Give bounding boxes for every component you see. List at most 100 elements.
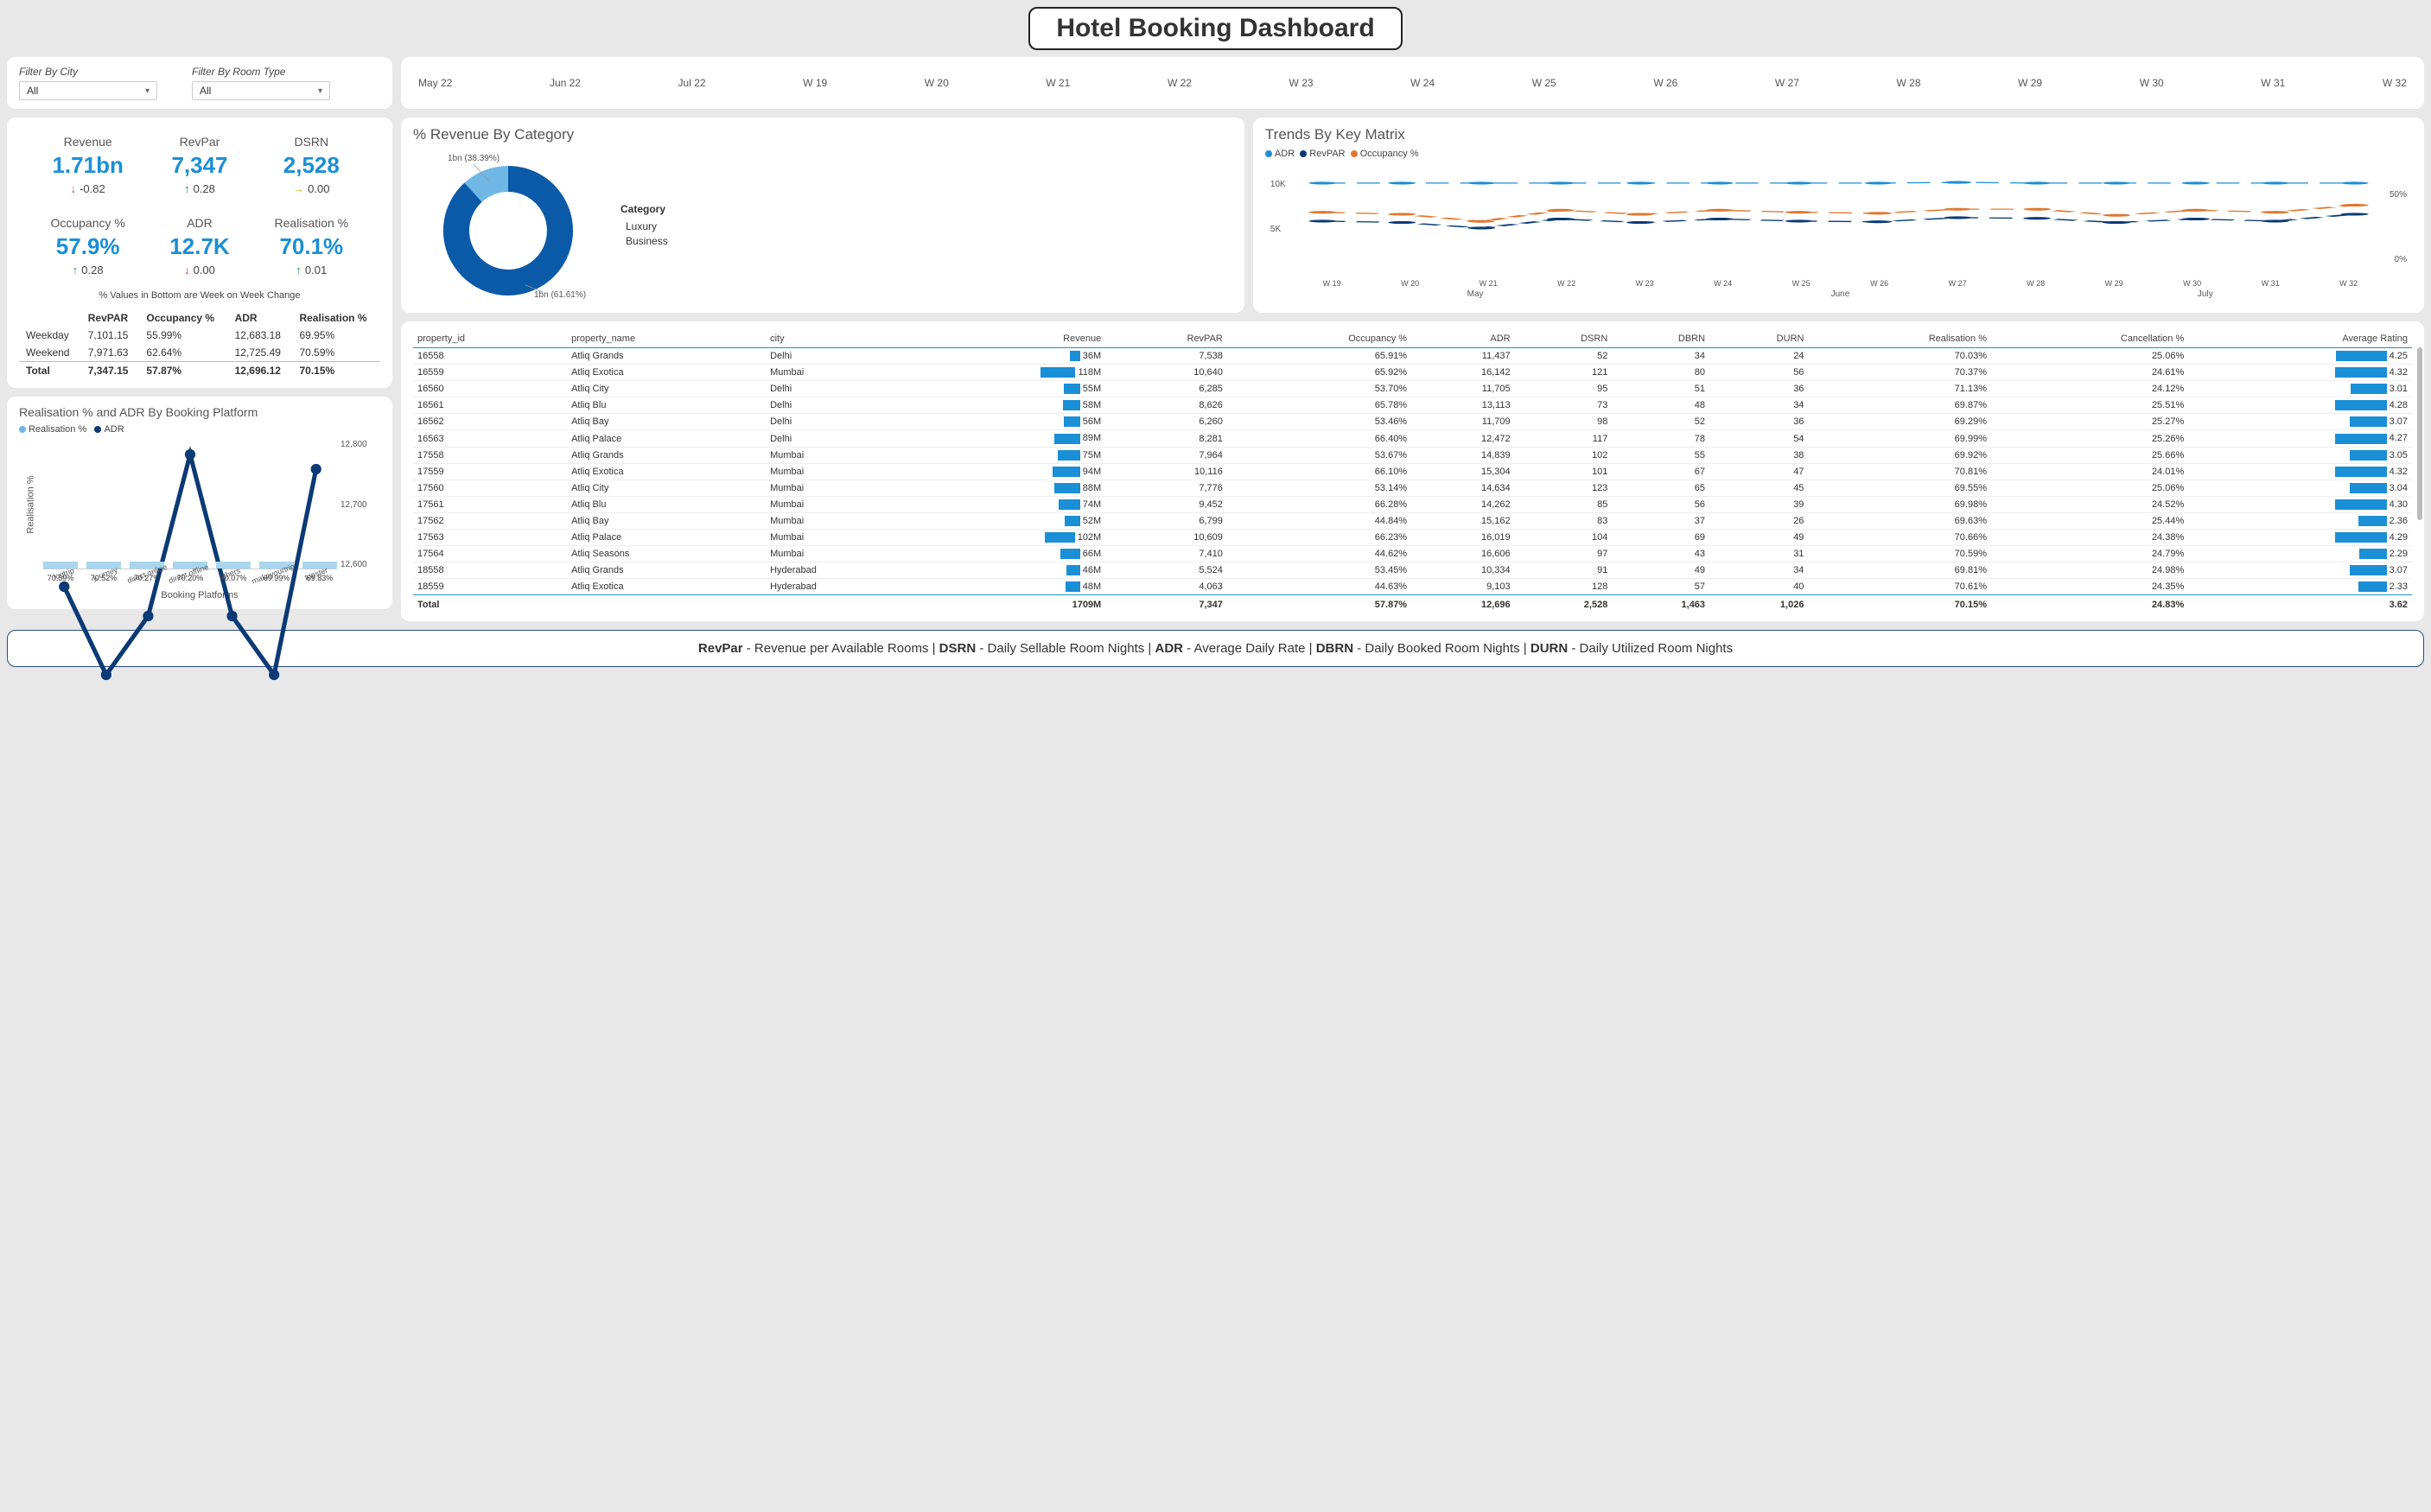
timeline-item[interactable]: W 21 — [1046, 77, 1070, 89]
column-header[interactable]: RevPAR — [1105, 330, 1227, 348]
trends-chart — [1265, 164, 2412, 276]
kpi-delta: ↑ 0.01 — [260, 264, 363, 276]
kpi-label: RevPar — [148, 135, 251, 149]
table-row[interactable]: 17559Atliq ExoticaMumbai 94M10,11666.10%… — [413, 463, 2412, 480]
timeline-item[interactable]: Jul 22 — [678, 77, 706, 89]
table-row[interactable]: 18559Atliq ExoticaHyderabad 48M4,06344.6… — [413, 579, 2412, 595]
property-table-card: property_idproperty_namecityRevenueRevPA… — [401, 321, 2424, 621]
column-header[interactable]: Occupancy % — [1227, 330, 1411, 348]
table-row: Weekday7,101.1555.99%12,683.1869.95% — [19, 327, 380, 344]
table-row[interactable]: 17558Atliq GrandsMumbai 75M7,96453.67%14… — [413, 447, 2412, 463]
page-title: Hotel Booking Dashboard — [1028, 7, 1402, 50]
table-row: Weekend7,971.6362.64%12,725.4970.59% — [19, 344, 380, 362]
table-row[interactable]: 16560Atliq CityDelhi 55M6,28553.70%11,70… — [413, 381, 2412, 397]
trend-right-tick: 50% — [2390, 190, 2407, 200]
table-row[interactable]: 17563Atliq PalaceMumbai 102M10,60966.23%… — [413, 530, 2412, 546]
filter-city-value: All — [27, 85, 38, 97]
column-header[interactable]: property_name — [567, 330, 766, 348]
timeline-item[interactable]: May 22 — [418, 77, 452, 89]
timeline-item[interactable]: W 25 — [1532, 77, 1556, 89]
column-header[interactable]: Cancellation % — [1991, 330, 2188, 348]
platform-yaxis-label: Realisation % — [26, 475, 36, 533]
scrollbar-thumb[interactable] — [2417, 347, 2422, 520]
column-header[interactable]: Revenue — [917, 330, 1105, 348]
glossary-bar: RevPar - Revenue per Available Rooms | D… — [7, 630, 2424, 667]
property-table[interactable]: property_idproperty_namecityRevenueRevPA… — [413, 330, 2412, 613]
timeline-item[interactable]: Jun 22 — [550, 77, 581, 89]
table-row[interactable]: 17561Atliq BluMumbai 74M9,45266.28%14,26… — [413, 496, 2412, 512]
table-row[interactable]: 16558Atliq GrandsDelhi 36M7,53865.91%11,… — [413, 348, 2412, 365]
kpi-value: 7,347 — [148, 152, 251, 179]
table-total-row: Total7,347.1557.87%12,696.1270.15% — [19, 362, 380, 380]
kpi-label: ADR — [148, 216, 251, 230]
column-header[interactable]: city — [766, 330, 917, 348]
trends-legend: ADR RevPAR Occupancy % — [1265, 149, 2412, 159]
kpi-value: 1.71bn — [36, 152, 139, 179]
donut-title: % Revenue By Category — [413, 126, 1232, 143]
trends-card: Trends By Key Matrix ADR RevPAR Occupanc… — [1253, 118, 2424, 313]
timeline-item[interactable]: W 32 — [2383, 77, 2407, 89]
chevron-down-icon: ▾ — [318, 86, 322, 96]
platform-right-tick: 12,800 — [340, 440, 380, 449]
filter-room-label: Filter By Room Type — [192, 66, 330, 78]
column-header[interactable]: property_id — [413, 330, 567, 348]
timeline-item[interactable]: W 29 — [2018, 77, 2042, 89]
table-row[interactable]: 18558Atliq GrandsHyderabad 46M5,52453.45… — [413, 562, 2412, 579]
kpi-card: Revenue 1.71bn ↓ -0.82 RevPar 7,347 ↑ 0.2… — [7, 118, 392, 388]
revenue-category-card: % Revenue By Category 1bn (38.39%) 1bn (… — [401, 118, 1244, 313]
trend-left-tick: 5K — [1270, 225, 1281, 234]
table-row[interactable]: 16562Atliq BayDelhi 56M6,26053.46%11,709… — [413, 414, 2412, 430]
column-header[interactable]: ADR — [1411, 330, 1515, 348]
column-header[interactable]: Average Rating — [2188, 330, 2412, 348]
timeline-item[interactable]: W 23 — [1289, 77, 1314, 89]
column-header[interactable]: DBRN — [1612, 330, 1709, 348]
filter-city-label: Filter By City — [19, 66, 157, 78]
kpi-label: Realisation % — [260, 216, 363, 230]
kpi-delta: ↓ 0.00 — [148, 264, 251, 276]
filter-city-select[interactable]: All ▾ — [19, 81, 157, 100]
filter-room-value: All — [200, 85, 211, 97]
trend-right-tick: 0% — [2395, 255, 2407, 264]
timeline-item[interactable]: W 22 — [1168, 77, 1192, 89]
kpi-value: 57.9% — [36, 233, 139, 260]
timeline-item[interactable]: W 30 — [2140, 77, 2164, 89]
kpi-footnote: % Values in Bottom are Week on Week Chan… — [19, 290, 380, 301]
table-row[interactable]: 17564Atliq SeasonsMumbai 66M7,41044.62%1… — [413, 546, 2412, 562]
column-header[interactable]: DSRN — [1515, 330, 1613, 348]
table-row[interactable]: 17562Atliq BayMumbai 52M6,79944.84%15,16… — [413, 512, 2412, 529]
timeline-item[interactable]: W 26 — [1653, 77, 1677, 89]
kpi-delta: ↓ -0.82 — [36, 182, 139, 195]
kpi-value: 70.1% — [260, 233, 363, 260]
platform-chart-title: Realisation % and ADR By Booking Platfor… — [19, 405, 380, 419]
donut-legend-title: Category — [620, 203, 668, 215]
timeline-item[interactable]: W 28 — [1897, 77, 1921, 89]
platform-xaxis-label: Booking Platforms — [19, 590, 380, 600]
weekday-weekend-table: RevPAROccupancy %ADRRealisation % Weekda… — [19, 309, 380, 379]
kpi-delta: ↑ 0.28 — [148, 182, 251, 195]
legend-item: Luxury — [620, 220, 668, 232]
svg-text:1bn (38.39%): 1bn (38.39%) — [448, 154, 500, 163]
column-header[interactable]: Realisation % — [1808, 330, 1991, 348]
timeline-item[interactable]: W 20 — [925, 77, 949, 89]
kpi-label: Occupancy % — [36, 216, 139, 230]
filter-room-select[interactable]: All ▾ — [192, 81, 330, 100]
kpi-value: 2,528 — [260, 152, 363, 179]
booking-platform-card: Realisation % and ADR By Booking Platfor… — [7, 397, 392, 609]
table-row[interactable]: 16563Atliq PalaceDelhi 89M8,28166.40%12,… — [413, 430, 2412, 447]
table-row[interactable]: 17560Atliq CityMumbai 88M7,77653.14%14,6… — [413, 480, 2412, 496]
timeline-item[interactable]: W 31 — [2261, 77, 2285, 89]
column-header[interactable]: DURN — [1709, 330, 1808, 348]
filters-card: Filter By City All ▾ Filter By Room Type… — [7, 57, 392, 109]
timeline-item[interactable]: W 19 — [803, 77, 827, 89]
kpi-delta: → 0.00 — [260, 182, 363, 195]
timeline-item[interactable]: W 24 — [1410, 77, 1435, 89]
table-row[interactable]: 16561Atliq BluDelhi 58M8,62665.78%13,113… — [413, 397, 2412, 414]
timeline-item[interactable]: W 27 — [1775, 77, 1799, 89]
chevron-down-icon: ▾ — [145, 86, 150, 96]
platform-legend: Realisation % ADR — [19, 424, 380, 435]
kpi-delta: ↑ 0.28 — [36, 264, 139, 276]
trends-title: Trends By Key Matrix — [1265, 126, 2412, 143]
timeline-slicer: May 22 Jun 22 Jul 22 W 19 W 20 W 21 W 22 W 23 W … — [401, 57, 2424, 109]
kpi-label: Revenue — [36, 135, 139, 149]
table-row[interactable]: 16559Atliq ExoticaMumbai 118M10,64065.92… — [413, 365, 2412, 381]
